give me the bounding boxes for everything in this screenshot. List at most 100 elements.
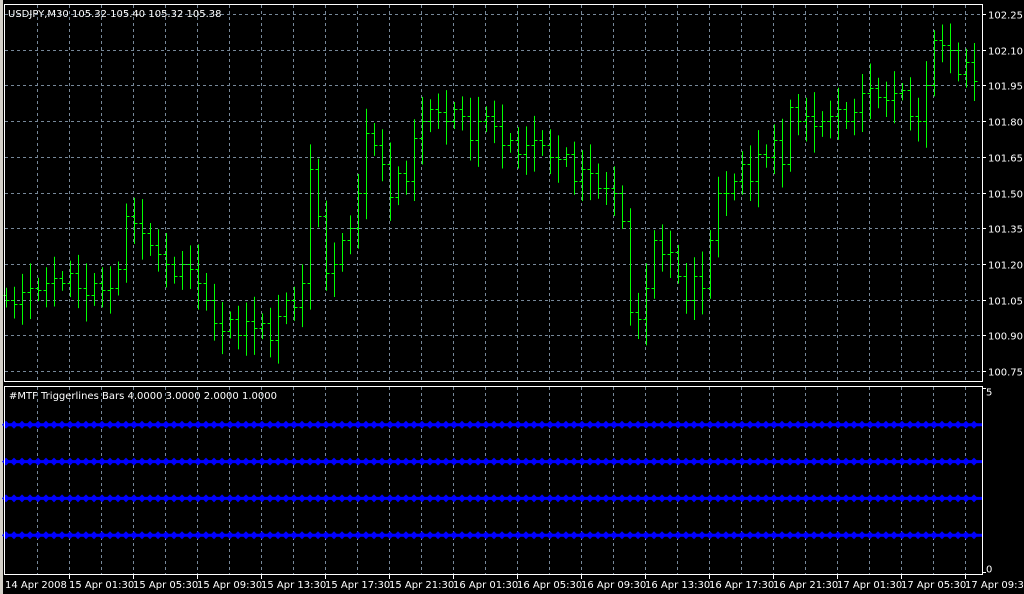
price-bar[interactable] — [387, 142, 394, 221]
trigger-line-3[interactable] — [2, 457, 982, 466]
price-bar[interactable] — [787, 99, 794, 172]
price-bar[interactable] — [163, 232, 170, 288]
price-bar[interactable] — [731, 173, 738, 201]
price-bar[interactable] — [275, 294, 282, 364]
price-bar[interactable] — [955, 42, 962, 82]
price-bar[interactable] — [307, 144, 314, 310]
price-bar[interactable] — [267, 307, 274, 358]
price-bar[interactable] — [51, 256, 58, 307]
price-bar[interactable] — [411, 119, 418, 202]
price-bar[interactable] — [443, 90, 450, 145]
price-bar[interactable] — [43, 267, 50, 308]
price-bar[interactable] — [843, 102, 850, 129]
price-bar[interactable] — [691, 257, 698, 321]
price-bar[interactable] — [99, 267, 106, 308]
price-bar[interactable] — [827, 100, 834, 139]
price-bar[interactable] — [379, 129, 386, 182]
price-bar[interactable] — [579, 150, 586, 202]
price-bar[interactable] — [715, 176, 722, 258]
price-bar[interactable] — [603, 172, 610, 206]
price-bar[interactable] — [611, 166, 618, 217]
price-bar[interactable] — [867, 63, 874, 120]
time-axis[interactable]: 14 Apr 2008 15 Apr 01:3015 Apr 05:3015 Ap… — [5, 575, 1024, 591]
price-bar[interactable] — [203, 272, 210, 311]
price-bar[interactable] — [771, 124, 778, 175]
price-bar[interactable] — [403, 160, 410, 195]
price-bar[interactable] — [427, 99, 434, 133]
price-bar[interactable] — [19, 273, 26, 325]
price-bar[interactable] — [219, 301, 226, 355]
price-bar[interactable] — [483, 106, 490, 133]
trigger-line-1[interactable] — [2, 531, 982, 540]
price-bar[interactable] — [859, 73, 866, 133]
price-bar[interactable] — [155, 229, 162, 272]
price-bar[interactable] — [963, 48, 970, 88]
price-bar[interactable] — [195, 244, 202, 310]
price-bar[interactable] — [635, 292, 642, 340]
price-bar[interactable] — [435, 93, 442, 129]
price-bar[interactable] — [315, 158, 322, 228]
price-bar[interactable] — [675, 244, 682, 284]
indicator-lines[interactable] — [2, 420, 982, 540]
price-bar[interactable] — [539, 130, 546, 156]
price-bar[interactable] — [355, 173, 362, 249]
price-bar[interactable] — [507, 133, 514, 153]
price-bar[interactable] — [75, 254, 82, 309]
price-bar[interactable] — [179, 251, 186, 290]
price-bar[interactable] — [419, 96, 426, 165]
price-bar[interactable] — [923, 61, 930, 148]
price-bar[interactable] — [851, 98, 858, 136]
price-bar[interactable] — [587, 144, 594, 201]
price-bar[interactable] — [107, 266, 114, 314]
price-bar[interactable] — [779, 118, 786, 188]
price-bar[interactable] — [835, 87, 842, 140]
price-bar[interactable] — [667, 230, 674, 278]
price-bar[interactable] — [35, 277, 42, 302]
price-bar[interactable] — [243, 302, 250, 356]
price-bar[interactable] — [283, 292, 290, 325]
price-bar[interactable] — [131, 197, 138, 244]
price-bar[interactable] — [723, 171, 730, 217]
price-bar[interactable] — [395, 166, 402, 206]
price-bar[interactable] — [755, 130, 762, 208]
price-bar[interactable] — [11, 286, 18, 319]
price-axis[interactable]: 102.25 102.10 101.95 101.80 101.65 101.50 101.… — [982, 11, 1023, 379]
price-bar[interactable] — [803, 97, 810, 142]
price-bar[interactable] — [115, 261, 122, 296]
trading-chart[interactable]: USDJPY,M30 105.32 105.40 105.32 105.38 #… — [0, 0, 1024, 594]
price-bar[interactable] — [187, 245, 194, 290]
price-bar[interactable] — [763, 144, 770, 168]
trigger-line-2[interactable] — [2, 494, 982, 503]
price-bar[interactable] — [643, 263, 650, 346]
price-bar[interactable] — [883, 81, 890, 117]
price-bar[interactable] — [67, 260, 74, 298]
price-bar[interactable] — [475, 96, 482, 167]
price-bar[interactable] — [651, 230, 658, 299]
price-bar[interactable] — [499, 104, 506, 169]
price-bar[interactable] — [939, 24, 946, 63]
price-bar[interactable] — [571, 141, 578, 195]
price-bar[interactable] — [339, 232, 346, 272]
price-bar[interactable] — [291, 286, 298, 321]
price-bar[interactable] — [819, 111, 826, 137]
price-bar[interactable] — [947, 23, 954, 74]
price-bar[interactable] — [323, 200, 330, 291]
price-bar[interactable] — [891, 71, 898, 124]
price-bar[interactable] — [59, 271, 66, 291]
price-bar[interactable] — [555, 135, 562, 183]
price-bar[interactable] — [83, 263, 90, 322]
price-bar[interactable] — [459, 96, 466, 131]
trigger-line-4[interactable] — [2, 420, 982, 429]
price-bar[interactable] — [875, 77, 882, 109]
price-bar[interactable] — [299, 264, 306, 328]
price-bar[interactable] — [147, 222, 154, 256]
price-bar[interactable] — [211, 283, 218, 341]
price-bar[interactable] — [139, 199, 146, 260]
price-bar[interactable] — [467, 97, 474, 161]
price-bar[interactable] — [171, 256, 178, 284]
price-bar[interactable] — [235, 305, 242, 350]
price-bar[interactable] — [451, 102, 458, 129]
price-bar[interactable] — [971, 43, 978, 102]
price-bar[interactable] — [523, 126, 530, 175]
price-bar[interactable] — [251, 296, 258, 355]
